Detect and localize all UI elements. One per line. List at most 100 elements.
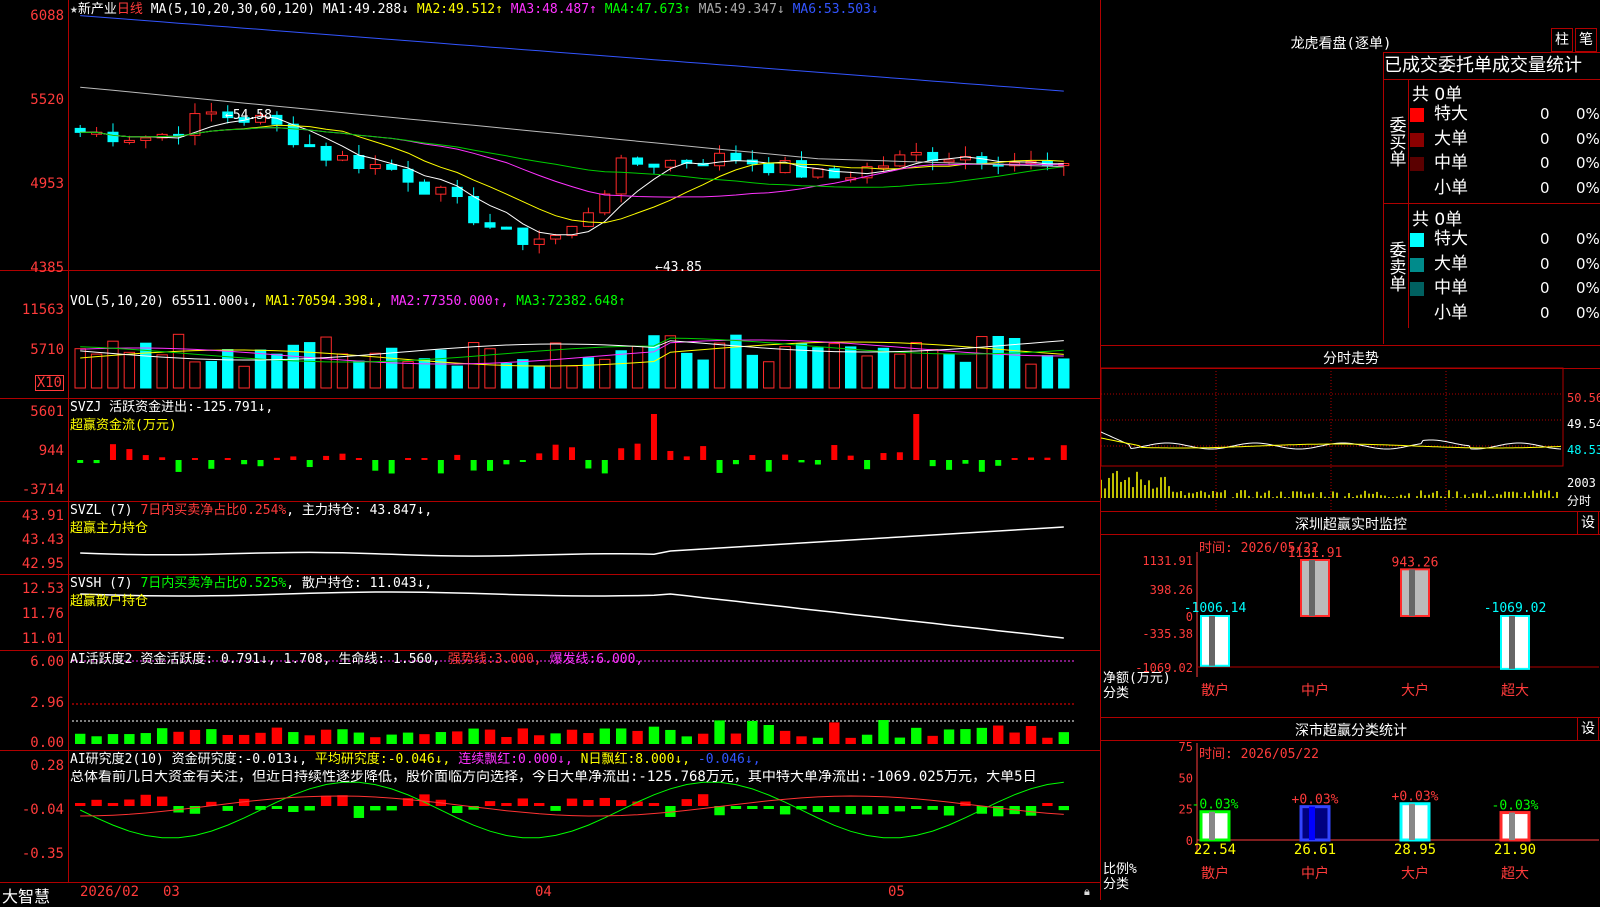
svsh-panel[interactable]: 12.53 11.76 11.01 SVSH (7) 7日内买卖净占比0.525…: [0, 574, 1100, 651]
candle-body: [517, 227, 529, 245]
classify-category-label: 超大: [1501, 866, 1529, 882]
order-color-swatch: [1410, 132, 1424, 147]
candle-body: [632, 157, 644, 165]
volume-bar: [172, 333, 185, 389]
vol-ma3: 72382.648↑: [547, 294, 626, 309]
activity-bar: [894, 737, 906, 744]
flow-bar: [372, 460, 379, 471]
svzj-label: 活跃资金进出:: [109, 400, 195, 415]
svzj-panel[interactable]: 5601 944 -3714 SVZJ 活跃资金进出:-125.791↓, 超赢…: [0, 398, 1100, 502]
volume-bar: [467, 342, 480, 389]
activity-bar: [911, 727, 922, 744]
candlestick-chart[interactable]: [0, 0, 1100, 270]
vol-ma2: 77350.000↑: [422, 294, 501, 309]
activity-bar: [91, 736, 102, 744]
ma1-label: MA1:: [322, 2, 355, 17]
bar-mode-button[interactable]: 柱: [1551, 28, 1573, 52]
flow-bar: [77, 460, 84, 463]
activity-bar: [632, 730, 643, 744]
ma3-value: 48.487↑: [542, 2, 597, 17]
intraday-panel[interactable]: 分时走势 50.56 49.54 48.53 2003 分时: [1100, 346, 1600, 512]
activity-bar: [124, 734, 135, 744]
activity-bar: [255, 732, 266, 744]
order-count: 0: [1540, 254, 1550, 273]
intraday-vol-unit: 分时: [1567, 494, 1592, 508]
order-count: 0: [1540, 279, 1550, 297]
activity-bar: [370, 737, 381, 744]
tick-mode-button[interactable]: 笔: [1575, 28, 1597, 52]
volume-bar: [189, 361, 201, 389]
flow-bar: [749, 455, 756, 460]
activity-bar: [189, 729, 201, 744]
volume-bar: [435, 349, 447, 389]
candle-body: [304, 144, 316, 148]
ai1-v2: 1.560,: [393, 652, 441, 667]
flow-bar: [388, 460, 395, 474]
x-label: 04: [535, 884, 552, 900]
intraday-chart[interactable]: [1101, 346, 1600, 511]
ai2-l2: 平均研究度:: [314, 752, 388, 767]
sell-orders-label: 委卖单: [1384, 204, 1409, 328]
activity-bar: [615, 728, 627, 744]
flow-bar: [798, 460, 805, 463]
classify-category-label: 中户: [1301, 865, 1329, 882]
flow-bar: [569, 447, 575, 460]
candle-body: [435, 186, 447, 195]
ma1-value: 49.288↓: [354, 2, 409, 17]
flow-bar: [306, 460, 313, 468]
classify-chart[interactable]: 7550250-0.03%22.54散户+0.03%26.61中户+0.03%2…: [1101, 718, 1600, 900]
candle-body: [402, 168, 414, 183]
vol-value: 65511.000↓: [171, 294, 251, 309]
price-panel[interactable]: 6088 5520 4953 4385 ★新产业日线 MA(5,10,20,30…: [0, 0, 1100, 275]
candle-body: [468, 196, 480, 224]
classification-panel[interactable]: 深市超赢分类统计 设 时间: 2026/05/22 75 50 25 0 -0.03% 2…: [1100, 717, 1600, 900]
flow-bar: [1028, 457, 1035, 460]
candle-body: [828, 168, 840, 179]
research-bar: [550, 806, 561, 811]
research-bar: [681, 799, 692, 806]
classify-unit2: 分类: [1103, 877, 1130, 892]
research-bar: [697, 794, 709, 806]
flow-bar: [650, 414, 657, 460]
volume-bar: [123, 351, 136, 389]
candle-body: [320, 145, 332, 161]
order-size-label: 特大: [1434, 104, 1468, 124]
activity-bar: [1042, 737, 1053, 744]
order-row: 小单 0 0%: [1410, 301, 1600, 325]
flow-bar: [913, 414, 920, 460]
svsh-value: 11.043↓,: [369, 576, 433, 591]
svzl-panel[interactable]: 43.91 43.43 42.95 SVZL (7) 7日内买卖净占比0.254…: [0, 501, 1100, 575]
ai2-v3: 0.000↓,: [518, 752, 573, 767]
order-percent: 0%: [1576, 303, 1600, 322]
research-bar: [156, 796, 168, 806]
activity-bar: [320, 729, 332, 744]
intraday-frame: [1101, 367, 1564, 467]
classify-value-label: 26.61: [1294, 842, 1336, 858]
volume-chart[interactable]: [0, 270, 1100, 398]
volume-panel[interactable]: 11563 5710 X10 VOL(5,10,20) 65511.000↓, …: [0, 270, 1100, 399]
activity-bar: [665, 729, 676, 744]
realtime-monitor-panel[interactable]: 深圳超赢实时监控 设 时间: 2026/05/22 1131.91 398.26 0…: [1100, 511, 1600, 718]
research-bar: [845, 806, 856, 815]
volume-bar: [254, 349, 267, 389]
flow-bar: [273, 457, 280, 460]
ai-research-panel[interactable]: 0.28 -0.04 -0.35 AI研究度2(10) 资金研究度:-0.013…: [0, 750, 1100, 883]
activity-bar: [337, 729, 348, 744]
research-bar: [583, 799, 594, 806]
monitor-chart[interactable]: 1131.91398.260-335.38-1069.02-1006.14散户1…: [1101, 512, 1600, 717]
star-icon[interactable]: ★: [70, 2, 78, 17]
ma4-value: 47.673↑: [636, 2, 691, 17]
volume-bar: [877, 347, 890, 389]
lock-icon[interactable]: 🔒︎: [1084, 885, 1090, 899]
ai-activity-panel[interactable]: 6.00 2.96 0.00 AI活跃度2 资金活跃度: 0.791↓, 1.7…: [0, 650, 1100, 751]
svzl-sub: 超赢主力持仓: [70, 521, 149, 536]
dragon-table: 已成交委托单成交量统计 委买单 共 0单 特大 0 0% 大单 0 0% 中单 0 0% 小单 0 0…: [1383, 52, 1600, 344]
research-bar: [304, 806, 315, 811]
order-row: 小单 0 0%: [1410, 176, 1600, 200]
activity-bar: [484, 729, 496, 744]
flow-bar: [142, 455, 149, 460]
period-label[interactable]: 日线: [117, 2, 143, 17]
order-percent: 0%: [1576, 254, 1600, 273]
research-bar: [894, 806, 906, 812]
volume-bar: [385, 347, 398, 389]
